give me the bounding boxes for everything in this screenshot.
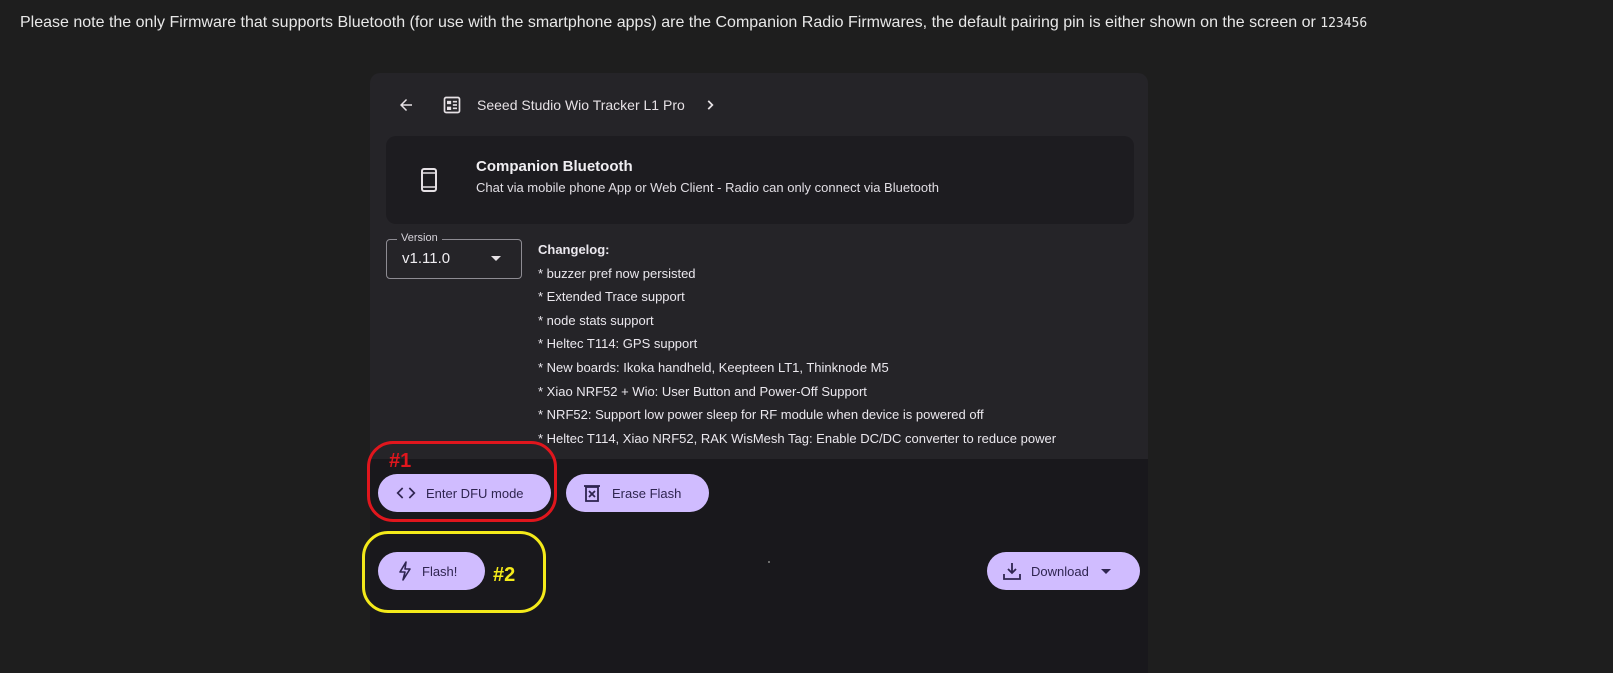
download-label: Download [1031,563,1089,579]
download-icon [1003,562,1021,580]
changelog-item: * NRF52: Support low power sleep for RF … [538,407,984,423]
annotation-circle-2 [362,531,546,613]
next-button[interactable] [701,94,719,116]
changelog-item: * buzzer pref now persisted [538,265,696,281]
changelog-item: * node stats support [538,312,654,328]
bluetooth-notice: Please note the only Firmware that suppo… [20,14,1367,32]
changelog-item: * Heltec T114, Xiao NRF52, RAK WisMesh T… [538,430,1057,446]
chevron-right-icon [707,100,714,110]
back-button[interactable] [395,94,417,116]
firmware-title: Companion Bluetooth [476,158,633,175]
notice-text: Please note the only Firmware that suppo… [20,14,1321,31]
dropdown-caret-icon [491,256,501,261]
breadcrumb: Seeed Studio Wio Tracker L1 Pro [395,92,719,118]
firmware-description: Chat via mobile phone App or Web Client … [476,180,939,195]
erase-flash-button[interactable]: Erase Flash [566,474,709,512]
annotation-label-2: #2 [493,564,516,586]
board-icon [441,94,463,116]
firmware-card[interactable]: Companion Bluetooth Chat via mobile phon… [386,136,1134,224]
changelog-item: * Heltec T114: GPS support [538,336,698,352]
changelog-item: * Extended Trace support [538,289,685,305]
smartphone-icon [420,168,438,197]
arrow-left-icon [400,99,412,111]
annotation-label-1: #1 [389,450,412,472]
changelog-item: * Xiao NRF52 + Wio: User Button and Powe… [538,383,867,399]
erase-flash-label: Erase Flash [612,485,682,501]
board-name: Seeed Studio Wio Tracker L1 Pro [477,97,685,113]
version-value: v1.11.0 [402,250,451,267]
stray-dot [768,561,770,563]
pairing-pin: 123456 [1320,16,1368,31]
changelog-title: Changelog: [538,242,610,257]
trash-icon [584,484,600,502]
dropdown-caret-icon[interactable] [1100,568,1111,574]
changelog: Changelog: * buzzer pref now persisted *… [538,241,1138,457]
version-label: Version [397,232,442,244]
version-select[interactable]: Version v1.11.0 [386,232,522,279]
download-button[interactable]: Download [987,552,1140,590]
changelog-item: * New boards: Ikoka handheld, Keepteen L… [538,359,889,375]
